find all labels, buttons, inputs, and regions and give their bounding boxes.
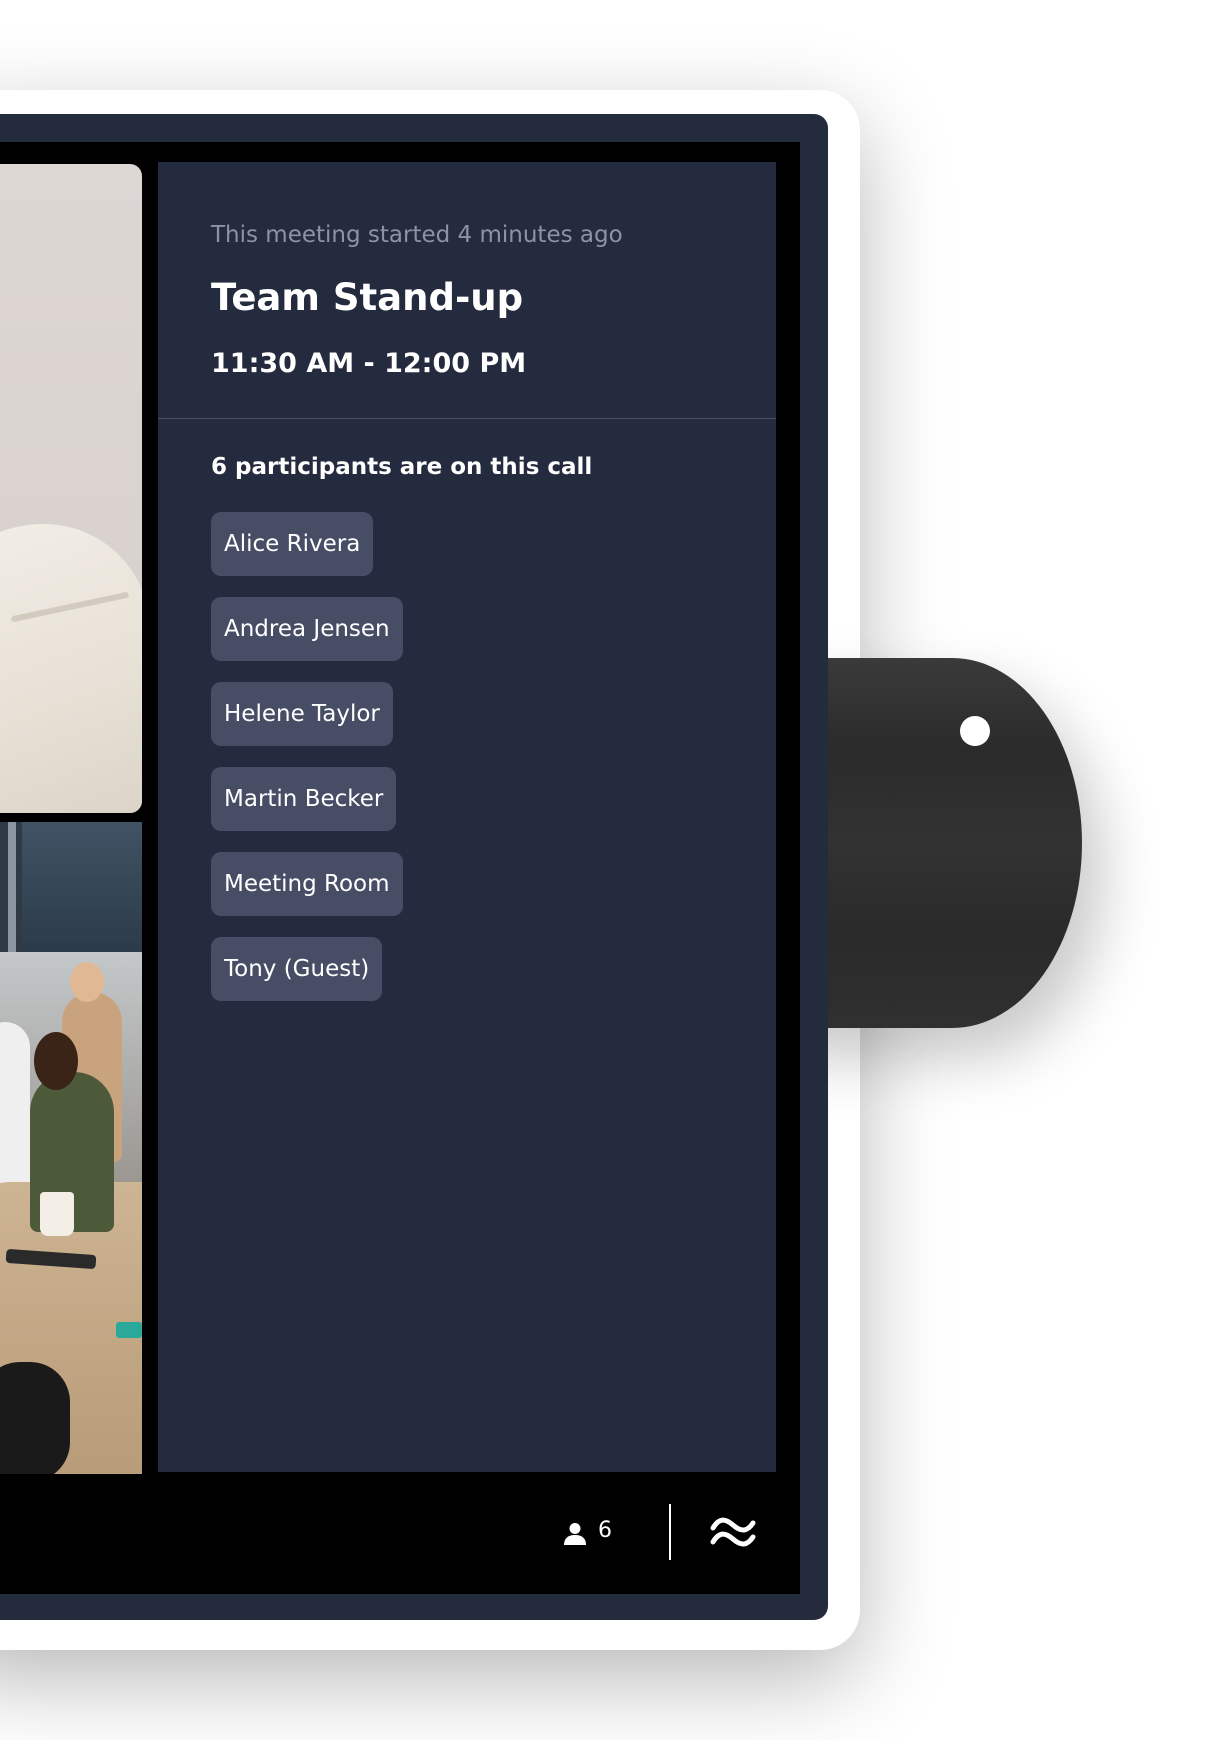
room-window xyxy=(22,822,142,952)
video-tile-meeting-room[interactable] xyxy=(0,822,142,1474)
waves-icon[interactable] xyxy=(710,1514,756,1550)
room-marker xyxy=(116,1322,142,1338)
participant-chip[interactable]: Tony (Guest) xyxy=(211,937,383,1001)
meeting-title: Team Stand-up xyxy=(211,276,524,319)
room-window-frame xyxy=(8,822,16,952)
participants-heading: 6 participants are on this call xyxy=(211,454,593,480)
meeting-info-panel: This meeting started 4 minutes ago Team … xyxy=(158,162,776,1472)
room-cup xyxy=(40,1192,74,1236)
participant-list: Alice Rivera Andrea Jensen Helene Taylor… xyxy=(211,512,403,1001)
status-divider xyxy=(669,1504,671,1560)
video-tile-participant[interactable] xyxy=(0,164,142,813)
participant-count[interactable]: 6 xyxy=(598,1518,612,1543)
camera-led xyxy=(960,716,990,746)
participant-chip[interactable]: Helene Taylor xyxy=(211,682,393,746)
meeting-header: This meeting started 4 minutes ago Team … xyxy=(158,162,776,419)
status-bar: 6 xyxy=(0,1474,800,1590)
room-person-head xyxy=(70,962,104,1002)
meeting-time-range: 11:30 AM - 12:00 PM xyxy=(211,348,527,379)
person-icon xyxy=(564,1523,586,1545)
participant-chip[interactable]: Meeting Room xyxy=(211,852,403,916)
meeting-started-text: This meeting started 4 minutes ago xyxy=(211,222,623,248)
participant-chip[interactable]: Martin Becker xyxy=(211,767,397,831)
participant-video-sweater xyxy=(0,524,142,813)
participant-chip[interactable]: Alice Rivera xyxy=(211,512,374,576)
room-foreground xyxy=(0,1362,70,1474)
room-person-head xyxy=(34,1032,78,1090)
participant-chip[interactable]: Andrea Jensen xyxy=(211,597,403,661)
